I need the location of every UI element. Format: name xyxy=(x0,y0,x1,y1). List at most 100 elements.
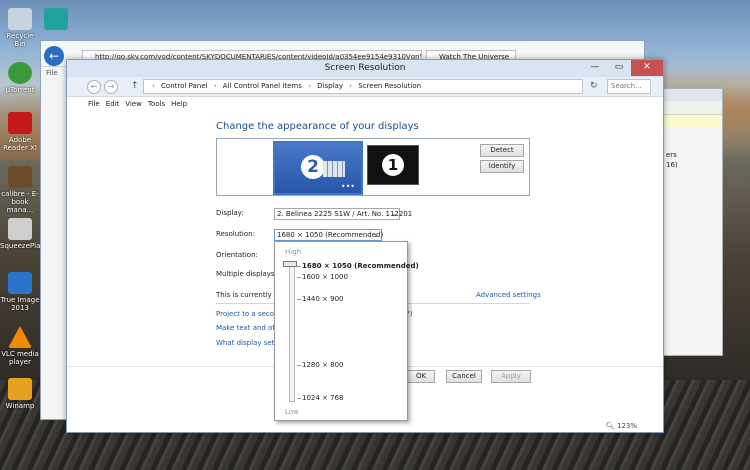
up-button[interactable]: ↑ xyxy=(131,81,139,91)
winamp-image xyxy=(8,378,32,400)
slider-tick xyxy=(297,365,301,366)
resolution-option[interactable]: 1600 × 1000 xyxy=(302,273,348,281)
page-title: Change the appearance of your displays xyxy=(216,121,419,132)
close-button[interactable]: ✕ xyxy=(631,60,663,76)
winamp-icon[interactable]: Winamp xyxy=(0,378,40,410)
slider-tick xyxy=(297,277,301,278)
cancel-button[interactable]: Cancel xyxy=(446,370,482,383)
breadcrumb[interactable]: › Control Panel › All Control Panel Item… xyxy=(143,79,583,94)
desktop-icon-label: Recycle Bin xyxy=(6,32,34,48)
calibre-image xyxy=(8,166,32,188)
search-zoom-icon: 🔍︎ xyxy=(605,422,617,430)
breadcrumb-separator: › xyxy=(213,82,217,90)
browser-file-menu[interactable]: File xyxy=(46,69,58,77)
app-shortcut-icon[interactable] xyxy=(44,8,68,32)
more-dots-icon: ••• xyxy=(340,182,355,191)
display-select[interactable]: 2. Belinea 2225 S1W / Art. No. 112201 ⌄ xyxy=(274,208,412,220)
slider-tick xyxy=(297,299,301,300)
apply-button[interactable]: Apply xyxy=(491,370,531,383)
monitor-2-number: 2 xyxy=(301,155,325,179)
refresh-icon[interactable]: ↻ xyxy=(590,81,598,91)
resolution-option[interactable]: 1024 × 768 xyxy=(302,394,344,402)
right-window-toolbar xyxy=(656,101,722,115)
menu-view[interactable]: View xyxy=(122,97,145,111)
project-second-screen-link[interactable]: Project to a second xyxy=(216,310,283,318)
desktop-icon-label: True Image 2013 xyxy=(0,296,40,312)
vlc-icon[interactable]: VLC media player xyxy=(0,326,40,366)
monitor-2-tile[interactable]: 2 ••• xyxy=(273,141,363,195)
monitor-1-tile[interactable]: 1 xyxy=(367,145,419,185)
window-title: Screen Resolution xyxy=(324,63,406,73)
right-window-infobar xyxy=(656,115,722,127)
breadcrumb-item[interactable]: Display xyxy=(317,82,343,90)
resolution-select[interactable]: 1680 × 1050 (Recommended) ⌄ xyxy=(274,229,384,241)
desktop-icon-label: VLC media player xyxy=(1,350,39,366)
adobe-reader-icon[interactable]: Adobe Reader XI xyxy=(0,112,40,152)
breadcrumb-item[interactable]: Screen Resolution xyxy=(358,82,421,90)
squeezeplay-icon[interactable]: SqueezePlay xyxy=(0,218,45,250)
utorrent-icon[interactable]: µTorrent xyxy=(0,62,40,94)
vlc-cone-image xyxy=(8,326,32,348)
true-image-icon[interactable]: True Image 2013 xyxy=(0,272,40,312)
title-bar[interactable]: Screen Resolution — ▭ ✕ xyxy=(67,60,663,77)
chevron-down-icon: ⌄ xyxy=(373,231,379,239)
back-button[interactable]: ← xyxy=(87,80,101,94)
calibre-icon[interactable]: calibre - E-book mana... xyxy=(0,166,40,214)
breadcrumb-separator: › xyxy=(152,82,155,90)
menu-edit[interactable]: Edit xyxy=(103,97,123,111)
background-window-right[interactable]: ers 16) xyxy=(655,88,723,356)
menu-tools[interactable]: Tools xyxy=(145,97,168,111)
taskbar-grid-icon xyxy=(323,161,345,177)
display-label: Display: xyxy=(216,209,244,217)
desktop-icon-label: SqueezePlay xyxy=(0,242,45,250)
resolution-option[interactable]: 1440 × 900 xyxy=(302,295,344,303)
app-shortcut-image xyxy=(44,8,68,30)
resolution-label: Resolution: xyxy=(216,230,255,238)
squeezeplay-image xyxy=(8,218,32,240)
breadcrumb-separator: › xyxy=(349,82,353,90)
breadcrumb-item[interactable]: Control Panel xyxy=(161,82,207,90)
true-image-image xyxy=(8,272,32,294)
breadcrumb-separator: › xyxy=(308,82,311,90)
resolution-slider-thumb[interactable] xyxy=(283,261,297,267)
navigation-bar: ← → ↑ › Control Panel › All Control Pane… xyxy=(67,77,663,97)
slider-low-label: Low xyxy=(285,408,299,416)
menu-file[interactable]: File xyxy=(85,97,103,111)
resolution-option[interactable]: 1280 × 800 xyxy=(302,361,344,369)
chevron-down-icon: ⌄ xyxy=(391,210,397,218)
resolution-slider-track[interactable] xyxy=(289,262,295,402)
browser-back-button[interactable]: ← xyxy=(44,46,64,66)
desktop-icon-label: calibre - E-book mana... xyxy=(1,190,39,214)
resolution-dropdown[interactable]: High 1680 × 1050 (Recommended) 1600 × 10… xyxy=(274,241,419,421)
minimize-button[interactable]: — xyxy=(583,60,607,76)
desktop-icon-label: Adobe Reader XI xyxy=(3,136,37,152)
menu-bar: File Edit View Tools Help xyxy=(67,97,663,111)
right-window-text: ers xyxy=(666,151,677,159)
desktop-icon-label: µTorrent xyxy=(5,86,35,94)
maximize-button[interactable]: ▭ xyxy=(607,60,631,76)
utorrent-image xyxy=(8,62,32,84)
orientation-label: Orientation: xyxy=(216,251,258,259)
desktop-icon-label: Winamp xyxy=(5,402,35,410)
slider-high-label: High xyxy=(285,248,302,256)
advanced-settings-link[interactable]: Advanced settings xyxy=(476,291,541,299)
slider-tick xyxy=(297,266,301,267)
menu-help[interactable]: Help xyxy=(168,97,190,111)
zoom-level: 🔍︎ 123% xyxy=(606,422,637,430)
multiple-displays-label: Multiple displays: xyxy=(216,270,277,278)
recycle-bin-icon[interactable]: Recycle Bin xyxy=(0,8,40,48)
right-window-text: 16) xyxy=(666,161,678,169)
slider-tick xyxy=(297,398,301,399)
resolution-option-selected[interactable]: 1680 × 1050 (Recommended) xyxy=(302,262,419,270)
identify-button[interactable]: Identify xyxy=(480,160,524,173)
detect-button[interactable]: Detect xyxy=(480,144,524,157)
breadcrumb-item[interactable]: All Control Panel Items xyxy=(223,82,302,90)
ok-button[interactable]: OK xyxy=(407,370,435,383)
monitor-1-number: 1 xyxy=(382,154,404,176)
search-input[interactable]: Search... xyxy=(607,79,651,94)
recycle-bin-image xyxy=(8,8,32,30)
adobe-reader-image xyxy=(8,112,32,134)
zoom-value: 123% xyxy=(616,422,637,430)
resolution-select-value: 1680 × 1050 (Recommended) xyxy=(277,231,384,239)
forward-button[interactable]: → xyxy=(104,80,118,94)
